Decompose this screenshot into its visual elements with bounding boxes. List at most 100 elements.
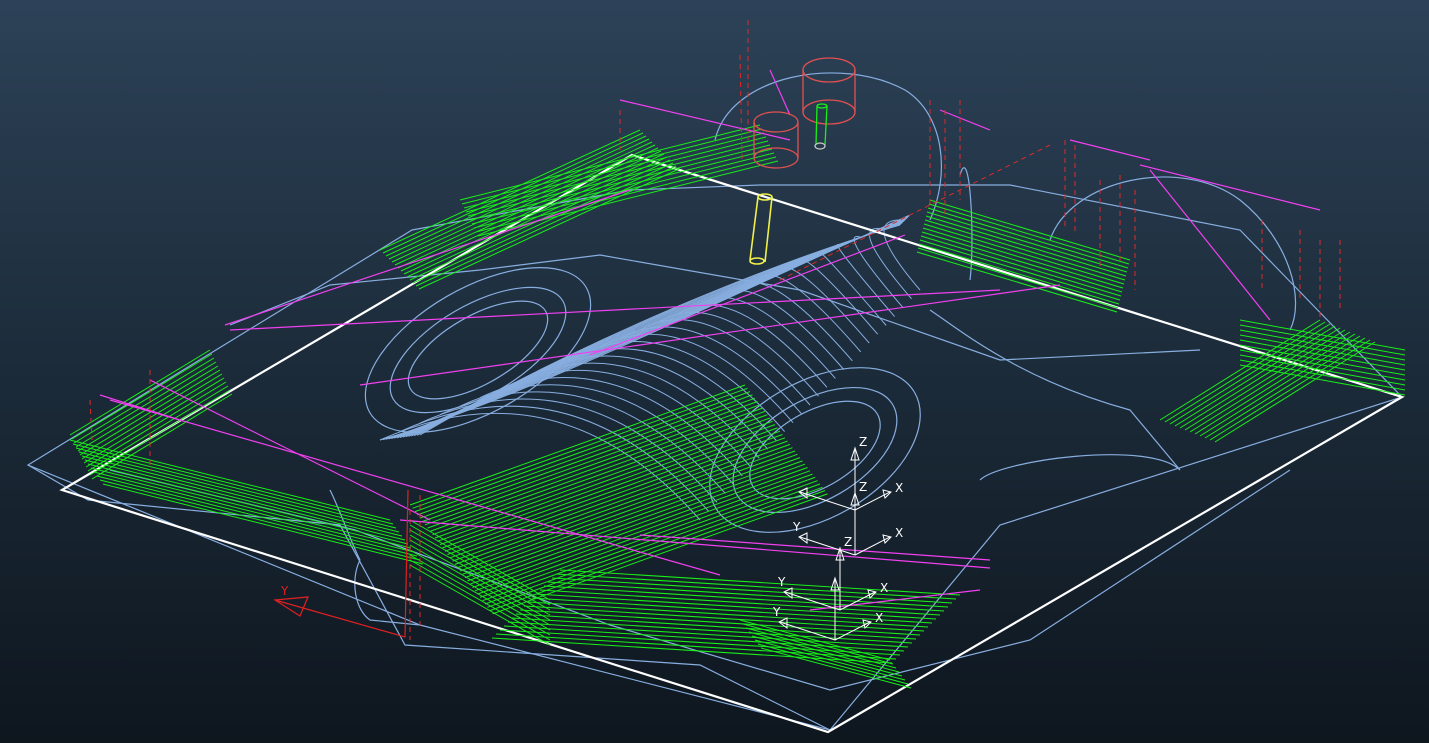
- toolpath-pass: [409, 544, 551, 626]
- toolpath-pass: [81, 455, 403, 537]
- triad-x-label: X: [880, 581, 888, 595]
- holder-cylinder-bottom: [802, 99, 856, 125]
- triad-x-label: X: [895, 526, 903, 540]
- model-pocket-left: [364, 267, 592, 433]
- holder-cylinder-top: [802, 57, 856, 83]
- saddle-isocurve: [759, 274, 862, 353]
- toolpath-pass: [463, 132, 765, 209]
- link-move: [589, 234, 906, 356]
- toolpath-pass: [1189, 331, 1351, 433]
- model-rib: [979, 454, 1181, 481]
- triad-z-label: Z: [859, 435, 867, 449]
- link-move: [1069, 139, 1151, 161]
- saddle-isocurve: [883, 219, 921, 291]
- model-pocket-left-inner: [407, 300, 549, 400]
- model-hub-dome: [714, 72, 943, 221]
- toolpath-pass: [475, 156, 777, 233]
- workplane-triads[interactable]: Z X Y Z X Z X Y X Y: [772, 435, 903, 641]
- link-move: [1139, 164, 1321, 211]
- secondary-cutter-icon[interactable]: [814, 103, 828, 150]
- toolpath-pass: [745, 627, 897, 669]
- tool-tip: [816, 103, 828, 109]
- toolpath-pass: [81, 373, 223, 460]
- rapid-move: [779, 144, 1051, 281]
- link-move: [619, 99, 791, 141]
- global-axis-arrow: [273, 596, 309, 617]
- saddle-isocurve: [869, 227, 912, 300]
- toolpath-pass: [409, 519, 551, 601]
- holder-cylinder-body: [802, 70, 856, 112]
- triad-y-label: Y: [777, 575, 786, 589]
- toolpath-pass: [465, 136, 767, 213]
- model-wireframe[interactable]: [26, 72, 1404, 731]
- link-move: [939, 109, 991, 131]
- triad-x-axis: [854, 491, 891, 511]
- toolpath-pass: [409, 549, 551, 631]
- toolpath-pass: [477, 160, 779, 237]
- holder-cylinder-bottom: [753, 147, 799, 169]
- toolpath-pass: [379, 129, 641, 251]
- toolpath-pass: [1164, 321, 1326, 423]
- toolpath-pass: [72, 443, 394, 525]
- toolpath-pass: [90, 467, 412, 549]
- toolpath-pass: [385, 135, 647, 257]
- toolpath-pass: [87, 385, 229, 472]
- triad-x-label: X: [895, 481, 903, 495]
- rapid-move: [739, 54, 743, 161]
- toolpath-pass: [1174, 325, 1336, 427]
- toolpath-pass: [99, 479, 421, 561]
- triad-y-label: Y: [792, 520, 801, 534]
- holder-cylinder-body: [753, 122, 799, 158]
- global-axis-y-label: Y: [280, 584, 289, 598]
- triad-x-axis: [834, 621, 871, 641]
- toolpath-pass: [1179, 327, 1341, 429]
- saddle-isocurve: [559, 348, 777, 441]
- toolpath-pass: [394, 144, 656, 266]
- model-rib: [929, 309, 1181, 471]
- toolpath-pass: [1169, 323, 1331, 425]
- cad-cam-viewport[interactable]: Z X Y Z X Z X Y X Y Y: [0, 0, 1429, 743]
- toolpath-pass: [75, 447, 397, 529]
- saddle-isocurve: [579, 341, 785, 432]
- saddle-isocurve: [779, 267, 870, 344]
- triad-x-label: X: [875, 611, 883, 625]
- tool-tip: [814, 142, 826, 150]
- toolpath-group[interactable]: [69, 124, 1406, 689]
- toolpath-pass: [467, 140, 769, 217]
- triad-z-label: Z: [859, 480, 867, 494]
- link-move: [224, 189, 631, 326]
- toolpath-pass: [85, 381, 227, 468]
- tool-holder[interactable]: [753, 57, 856, 169]
- toolpath-pass: [1209, 339, 1371, 441]
- triad-y-label: Y: [772, 605, 781, 619]
- toolpath-pass: [102, 483, 424, 565]
- toolpath-pass: [75, 361, 217, 448]
- saddle-isocurve: [619, 326, 802, 415]
- model-base-edge: [27, 464, 831, 731]
- model-outline-edge: [26, 184, 1404, 731]
- tool-tip: [749, 257, 765, 265]
- holder-cylinder-top: [753, 111, 799, 133]
- tool-body: [815, 105, 828, 146]
- toolpath-pass: [78, 451, 400, 533]
- toolpath-pass: [87, 463, 409, 545]
- toolpath-pass: [382, 132, 644, 254]
- triad-z-label: Z: [844, 535, 852, 549]
- model-inner-edge: [109, 469, 1291, 691]
- toolpath-pass: [71, 353, 213, 440]
- link-move: [769, 69, 791, 116]
- rapid-move: [89, 399, 93, 441]
- rapid-moves: [89, 20, 1341, 640]
- toolpath-pass: [83, 377, 225, 464]
- toolpath-pass: [397, 147, 659, 269]
- toolpath-pass: [84, 459, 406, 541]
- toolpath-pass: [1199, 335, 1361, 437]
- toolpath-pass: [459, 124, 761, 201]
- cylindrical-cutter-icon[interactable]: [749, 193, 773, 265]
- toolpath-pass: [73, 357, 215, 444]
- link-move: [99, 394, 181, 421]
- link-move: [149, 379, 431, 521]
- tool-body: [749, 196, 773, 263]
- link-move: [639, 534, 991, 561]
- toolpath-scene[interactable]: Z X Y Z X Z X Y X Y Y: [0, 0, 1429, 743]
